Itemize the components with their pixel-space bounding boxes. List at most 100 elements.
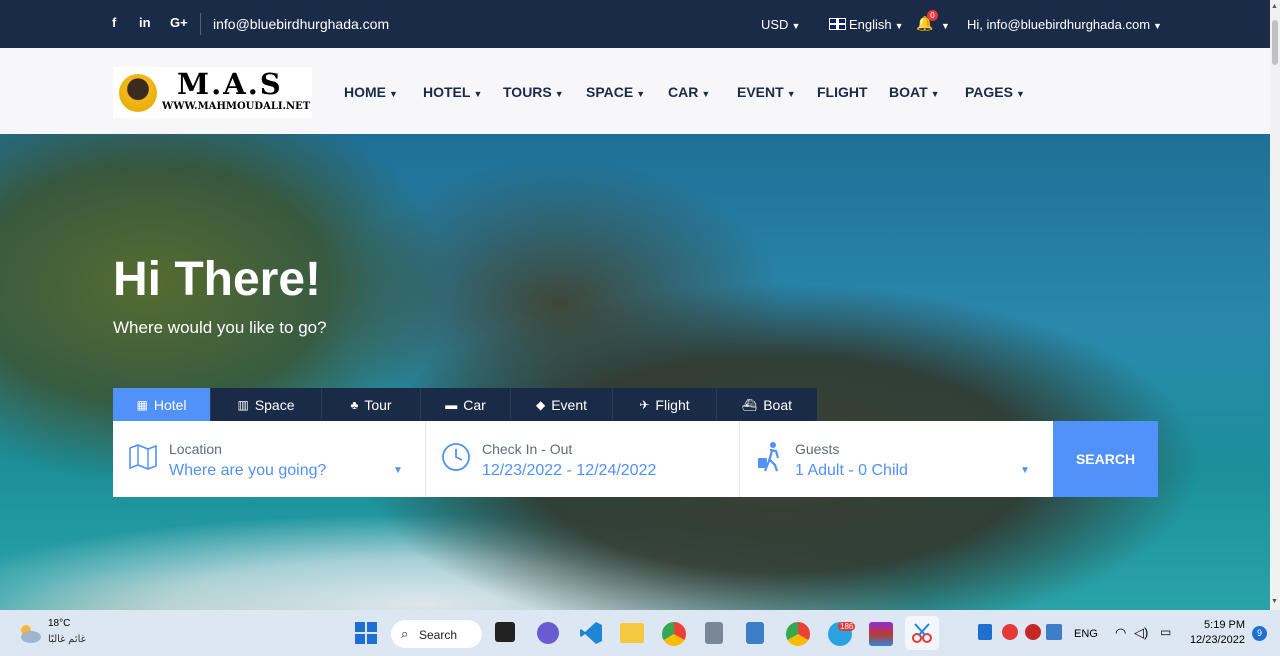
chevron-down-icon: ▼ [1015, 89, 1025, 99]
tab-hotel[interactable]: ▦ Hotel [113, 388, 211, 421]
user-greeting: Hi, info@bluebirdhurghada.com [967, 17, 1151, 32]
menu-label: HOTEL [423, 84, 471, 100]
menu-space[interactable]: SPACE ▼ [586, 84, 645, 100]
menu-flight[interactable]: FLIGHT [817, 84, 868, 100]
tray-network-app-icon[interactable] [1046, 624, 1062, 640]
tab-label: Car [463, 396, 486, 413]
winrar-icon[interactable] [869, 622, 893, 646]
menu-car[interactable]: CAR ▼ [668, 84, 710, 100]
tray-app-icon[interactable] [1025, 624, 1041, 640]
system-clock[interactable]: 5:19 PM 12/23/2022 [1190, 618, 1245, 648]
tab-label: Tour [364, 396, 392, 413]
menu-label: EVENT [737, 84, 784, 100]
chat-icon[interactable] [537, 622, 559, 644]
logo-avatar [119, 74, 157, 112]
logo-title: M.A.S [177, 67, 283, 101]
windows-start-icon[interactable] [355, 622, 379, 646]
menu-tours[interactable]: TOURS ▼ [503, 84, 564, 100]
taskbar-search-label: Search [419, 628, 458, 642]
page-scrollbar[interactable]: ▲ ▼ [1270, 0, 1280, 610]
divider [200, 13, 201, 35]
language-dropdown[interactable]: English ▼ [829, 17, 904, 32]
volume-icon[interactable]: ◁) [1134, 625, 1148, 641]
logo-site: WWW.MAHMOUDALI.NET [162, 101, 311, 112]
file-explorer-icon[interactable] [620, 623, 644, 643]
currency-dropdown[interactable]: USD ▼ [761, 17, 800, 32]
tab-label: Boat [763, 396, 793, 413]
calculator-icon[interactable] [705, 622, 723, 644]
location-input[interactable]: Where are you going? [169, 462, 326, 480]
checkin-field[interactable]: Check In - Out 12/23/2022 - 12/24/2022 [426, 421, 739, 497]
tab-label: Flight [655, 396, 690, 413]
hotel-icon: ▦ [136, 397, 148, 412]
snipping-tool-icon[interactable] [905, 616, 939, 650]
vscode-icon[interactable] [579, 621, 603, 645]
menu-pages[interactable]: PAGES ▼ [965, 84, 1025, 100]
caret-down-icon[interactable]: ▼ [1020, 465, 1030, 476]
menu-label: PAGES [965, 84, 1013, 100]
search-icon: ⌕ [401, 626, 409, 641]
location-label: Location [169, 441, 222, 457]
windows-taskbar: 186 ENG ◠ ◁) ▭ [0, 610, 1280, 656]
top-bar: f in G+ info@bluebirdhurghada.com USD ▼ E… [0, 0, 1270, 48]
language-indicator[interactable]: ENG [1074, 628, 1098, 640]
tab-label: Event [551, 396, 588, 413]
contact-email[interactable]: info@bluebirdhurghada.com [213, 16, 389, 32]
ticket-icon: ◆ [535, 397, 546, 412]
tab-label: Hotel [153, 396, 187, 413]
site-logo[interactable]: M.A.S WWW.MAHMOUDALI.NET [113, 67, 312, 118]
location-field[interactable]: Location Where are you going? ▼ [113, 421, 425, 497]
telegram-badge: 186 [838, 622, 856, 631]
menu-boat[interactable]: BOAT ▼ [889, 84, 940, 100]
chevron-down-icon: ▼ [791, 21, 801, 31]
task-view-icon[interactable] [495, 622, 515, 642]
clock-time: 5:19 PM [1204, 619, 1245, 631]
chrome-icon[interactable] [662, 622, 686, 646]
tab-car[interactable]: ▬ Car [421, 388, 511, 421]
chevron-down-icon: ▼ [389, 89, 398, 99]
ship-icon: ⛴ [741, 397, 758, 412]
google-plus-icon[interactable]: G+ [170, 15, 188, 30]
scroll-up-icon[interactable]: ▲ [1271, 3, 1278, 10]
menu-home[interactable]: HOME ▼ [344, 84, 398, 100]
weather-description[interactable]: غائم غالبًا [48, 634, 86, 645]
tab-label: Space [254, 396, 295, 413]
tab-tour[interactable]: ♣ Tour [322, 388, 421, 421]
battery-icon[interactable]: ▭ [1160, 625, 1171, 639]
user-dropdown[interactable]: Hi, info@bluebirdhurghada.com ▼ [967, 17, 1162, 32]
search-form: Location Where are you going? ▼ Check In… [113, 421, 1158, 497]
weather-cloud-icon[interactable] [16, 622, 41, 646]
palm-tree-icon: ♣ [350, 397, 359, 412]
notepad-icon[interactable] [746, 622, 764, 644]
caret-down-icon[interactable]: ▼ [393, 465, 403, 476]
facebook-icon[interactable]: f [112, 15, 116, 30]
tab-flight[interactable]: ✈ Flight [613, 388, 717, 421]
notification-badge: 0 [927, 10, 938, 21]
notification-center-badge[interactable]: 9 [1252, 626, 1267, 641]
linkedin-icon[interactable]: in [139, 15, 151, 30]
tab-boat[interactable]: ⛴ Boat [717, 388, 817, 421]
traveler-icon [756, 441, 784, 478]
scroll-down-icon[interactable]: ▼ [1271, 598, 1278, 605]
menu-event[interactable]: EVENT ▼ [737, 84, 796, 100]
tab-event[interactable]: ◆ Event [511, 388, 613, 421]
chevron-down-icon[interactable]: ▼ [938, 17, 950, 32]
chevron-down-icon: ▼ [473, 89, 483, 99]
weather-temperature[interactable]: 18°C [48, 618, 70, 629]
guests-field[interactable]: Guests 1 Adult - 0 Child ▼ [740, 421, 1053, 497]
map-icon [128, 443, 158, 476]
menu-hotel[interactable]: HOTEL ▼ [423, 84, 482, 100]
building-icon: ▥ [237, 397, 249, 412]
wifi-icon[interactable]: ◠ [1115, 625, 1126, 641]
antivirus-icon[interactable] [1002, 624, 1018, 640]
security-icon[interactable] [978, 624, 992, 640]
checkin-input[interactable]: 12/23/2022 - 12/24/2022 [482, 462, 656, 480]
hero-subtitle: Where would you like to go? [113, 318, 327, 337]
menu-label: BOAT [889, 84, 928, 100]
tab-space[interactable]: ▥ Space [211, 388, 322, 421]
chrome-profile-icon[interactable] [786, 622, 810, 646]
guests-input[interactable]: 1 Adult - 0 Child [795, 462, 908, 480]
scrollbar-thumb[interactable] [1272, 20, 1278, 65]
taskbar-search[interactable]: ⌕ Search [391, 620, 482, 648]
search-button[interactable]: SEARCH [1053, 421, 1158, 497]
